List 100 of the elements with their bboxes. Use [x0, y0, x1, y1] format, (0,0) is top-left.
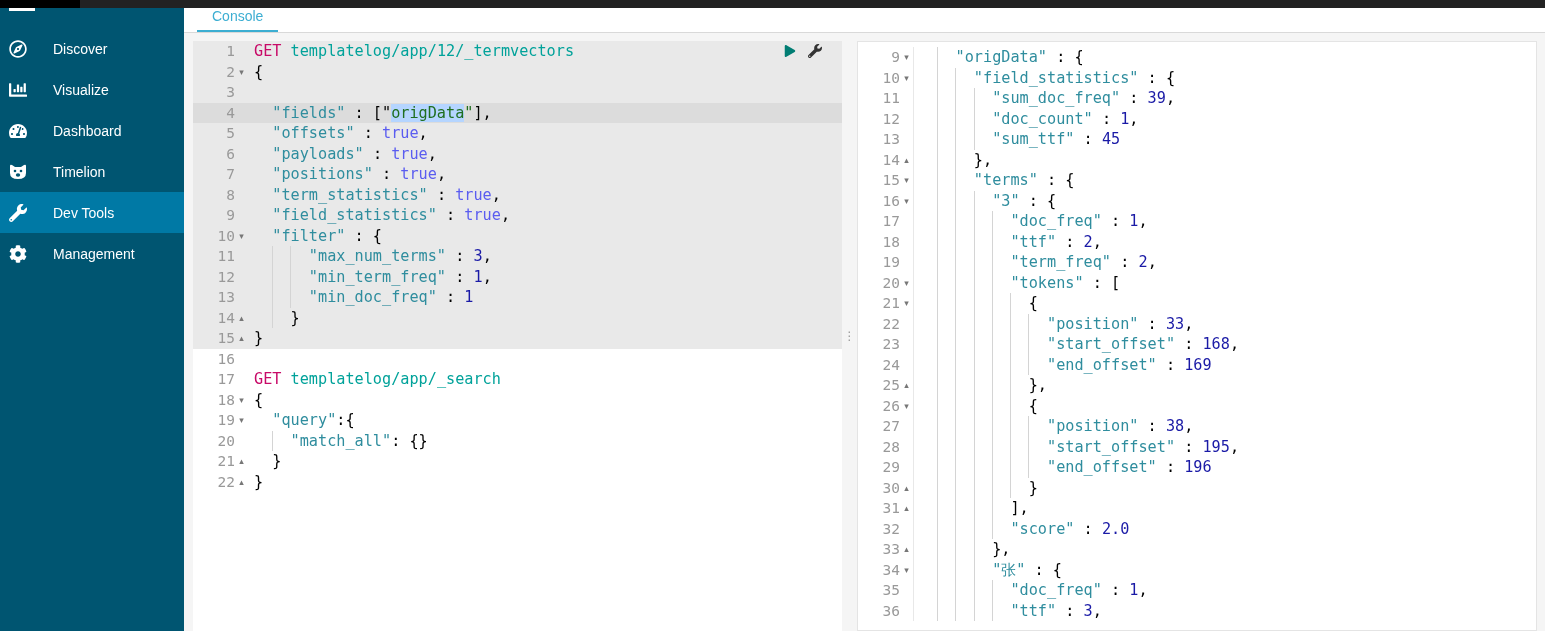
- line-number: 17: [217, 371, 235, 388]
- fold-toggle[interactable]: ▾: [900, 293, 913, 314]
- line-number: 34: [882, 561, 900, 578]
- fold-toggle[interactable]: ▾: [900, 47, 913, 68]
- line-number: 10: [217, 227, 235, 244]
- line-number: 21: [217, 453, 235, 470]
- fold-toggle[interactable]: ▾: [900, 190, 913, 211]
- line-number: 18: [217, 391, 235, 408]
- line-number: 7: [226, 166, 235, 183]
- fold-toggle[interactable]: ▴: [900, 477, 913, 498]
- fold-toggle[interactable]: ▾: [235, 225, 248, 246]
- line-number: 13: [217, 289, 235, 306]
- fold-toggle[interactable]: ▾: [900, 272, 913, 293]
- fold-toggle[interactable]: ▾: [900, 559, 913, 580]
- fold-toggle[interactable]: ▾: [900, 67, 913, 88]
- gauge-icon: [9, 121, 27, 140]
- fold-toggle[interactable]: ▾: [235, 389, 248, 410]
- line-number: 5: [226, 125, 235, 142]
- code-line: "query":{: [271, 410, 355, 431]
- code-line: }: [253, 471, 264, 492]
- nav-item[interactable]: Visualize: [0, 69, 184, 110]
- line-number: 16: [217, 350, 235, 367]
- line-number: 17: [882, 213, 900, 230]
- pane-resizer[interactable]: ⋮: [843, 330, 856, 342]
- line-number: 15: [882, 172, 900, 189]
- line-number: 12: [217, 268, 235, 285]
- fold-toggle[interactable]: ▴: [900, 375, 913, 396]
- line-number: 6: [226, 145, 235, 162]
- line-number: 24: [882, 356, 900, 373]
- line-number: 8: [226, 186, 235, 203]
- code-line: "filter" : {: [271, 225, 382, 246]
- line-number: 14: [882, 151, 900, 168]
- code-line: }: [271, 451, 282, 472]
- line-number: 26: [882, 397, 900, 414]
- line-number: 35: [882, 582, 900, 599]
- code-line: "positions" : true,: [271, 164, 447, 185]
- code-line: GET templatelog/app/12/_termvectors: [253, 41, 575, 62]
- fold-toggle[interactable]: ▾: [900, 170, 913, 191]
- line-number: 32: [882, 520, 900, 537]
- code-line: "field_statistics" : true,: [271, 205, 511, 226]
- line-number: 28: [882, 438, 900, 455]
- code-line: {: [253, 389, 264, 410]
- line-number: 2: [226, 63, 235, 80]
- fold-toggle[interactable]: ▴: [235, 307, 248, 328]
- fold-toggle[interactable]: ▾: [900, 395, 913, 416]
- bar-chart-icon: [9, 80, 27, 99]
- fold-toggle[interactable]: ▴: [235, 328, 248, 349]
- code-line: }: [253, 328, 264, 349]
- line-number: 31: [882, 500, 900, 517]
- line-number: 36: [882, 602, 900, 619]
- line-number: 4: [226, 104, 235, 121]
- line-number: 16: [882, 192, 900, 209]
- wrench-icon[interactable]: [808, 44, 822, 58]
- compass-icon: [9, 39, 27, 58]
- line-number: 18: [882, 233, 900, 250]
- fold-toggle[interactable]: ▴: [235, 471, 248, 492]
- code-line: "offsets" : true,: [271, 123, 428, 144]
- nav-item[interactable]: Dashboard: [0, 110, 184, 151]
- nav-item[interactable]: Management: [0, 233, 184, 274]
- line-number: 13: [882, 131, 900, 148]
- wrench-icon: [9, 203, 27, 222]
- play-icon[interactable]: [784, 45, 796, 57]
- line-number: 9: [226, 207, 235, 224]
- line-number: 25: [882, 377, 900, 394]
- line-number: 22: [882, 315, 900, 332]
- settings-icon: [9, 244, 27, 263]
- code-line: GET templatelog/app/_search: [253, 369, 501, 390]
- line-number: 1: [226, 43, 235, 60]
- line-number: 22: [217, 473, 235, 490]
- line-number: 3: [226, 84, 235, 101]
- line-number: 15: [217, 330, 235, 347]
- tab[interactable]: Console: [197, 8, 279, 32]
- line-number: 14: [217, 309, 235, 326]
- line-number: 9: [891, 49, 900, 66]
- line-number: 23: [882, 336, 900, 353]
- line-number: 27: [882, 418, 900, 435]
- line-number: 19: [882, 254, 900, 271]
- fold-toggle[interactable]: ▾: [235, 410, 248, 431]
- bear-face-icon: [9, 162, 27, 181]
- line-number: 11: [217, 248, 235, 265]
- line-number: 29: [882, 459, 900, 476]
- code-line: "fields" : ["origData"],: [271, 102, 492, 123]
- fold-toggle[interactable]: ▴: [235, 451, 248, 472]
- line-number: 11: [882, 90, 900, 107]
- line-number: 33: [882, 541, 900, 558]
- line-number: 19: [217, 412, 235, 429]
- code-line: "payloads" : true,: [271, 143, 437, 164]
- line-number: 21: [882, 295, 900, 312]
- fold-toggle[interactable]: ▴: [900, 149, 913, 170]
- fold-toggle[interactable]: ▾: [235, 61, 248, 82]
- nav-item[interactable]: Dev Tools: [0, 192, 184, 233]
- line-number: 12: [882, 110, 900, 127]
- fold-toggle[interactable]: ▴: [900, 498, 913, 519]
- nav-item[interactable]: Timelion: [0, 151, 184, 192]
- code-line: "term_statistics" : true,: [271, 184, 501, 205]
- line-number: 20: [882, 274, 900, 291]
- fold-toggle[interactable]: ▴: [900, 539, 913, 560]
- line-number: 20: [217, 432, 235, 449]
- code-line: {: [253, 61, 264, 82]
- nav-item[interactable]: Discover: [0, 28, 184, 69]
